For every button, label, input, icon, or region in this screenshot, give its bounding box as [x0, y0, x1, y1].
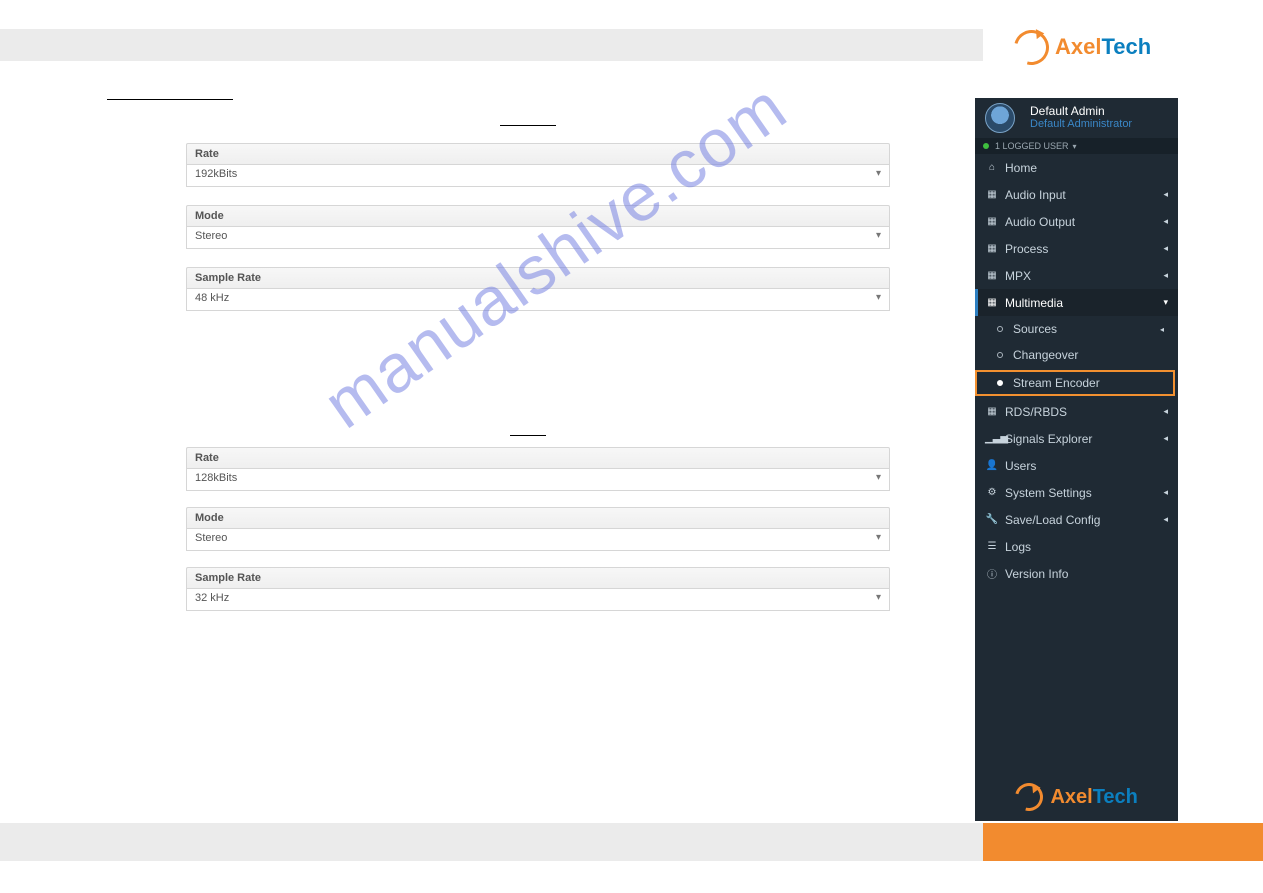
chevron-left-icon: ◂	[1163, 243, 1168, 254]
field-label: Mode	[186, 507, 890, 529]
grid-icon: ▦	[985, 406, 999, 417]
sidebar-item-label: Stream Encoder	[1013, 376, 1100, 390]
mode-select-1[interactable]: Stereo	[186, 227, 890, 249]
list-icon: ☰	[985, 541, 999, 552]
sidebar-item-audio-input[interactable]: ▦ Audio Input ◂	[975, 181, 1178, 208]
sidebar-item-label: Audio Input	[1005, 188, 1066, 202]
group1-mode-field: Mode Stereo	[186, 205, 890, 249]
group2-rate-field: Rate 128kBits	[186, 447, 890, 491]
wrench-icon: 🔧	[985, 514, 999, 525]
sidebar-item-label: Save/Load Config	[1005, 513, 1100, 527]
sidebar-item-label: Sources	[1013, 322, 1057, 336]
bullet-icon	[997, 326, 1003, 332]
mode-select-2[interactable]: Stereo	[186, 529, 890, 551]
subitem-stream-encoder[interactable]: Stream Encoder	[975, 370, 1175, 396]
group1-samplerate-field: Sample Rate 48 kHz	[186, 267, 890, 311]
sidebar-item-multimedia[interactable]: ▦ Multimedia ▾	[975, 289, 1178, 316]
sidebar-item-label: System Settings	[1005, 486, 1092, 500]
sidebar-item-label: Logs	[1005, 540, 1031, 554]
chevron-left-icon: ◂	[1163, 487, 1168, 498]
group2-samplerate-field: Sample Rate 32 kHz	[186, 567, 890, 611]
online-dot-icon	[983, 143, 989, 149]
chevron-left-icon: ◂	[1163, 433, 1168, 444]
field-label: Rate	[186, 143, 890, 165]
sidebar-item-save-load[interactable]: 🔧 Save/Load Config ◂	[975, 506, 1178, 533]
group2-mode-field: Mode Stereo	[186, 507, 890, 551]
chevron-left-icon: ◂	[1160, 325, 1164, 334]
logo-top: AxelTech	[1014, 27, 1164, 67]
sidebar-user-text: Default Admin Default Administrator	[1030, 105, 1132, 131]
logo-text: AxelTech	[1055, 34, 1151, 60]
sidebar-item-label: Home	[1005, 161, 1037, 175]
field-label: Sample Rate	[186, 567, 890, 589]
sidebar-item-label: MPX	[1005, 269, 1031, 283]
sidebar-item-label: Changeover	[1013, 348, 1078, 362]
logo-icon	[1010, 778, 1048, 816]
chevron-left-icon: ◂	[1163, 406, 1168, 417]
subitem-sources[interactable]: Sources ◂	[975, 316, 1178, 342]
sidebar-item-users[interactable]: 👤 Users	[975, 452, 1178, 479]
chevron-left-icon: ◂	[1163, 270, 1168, 281]
active-indicator	[975, 289, 978, 316]
section-title-underline	[107, 99, 233, 100]
sidebar-item-logs[interactable]: ☰ Logs	[975, 533, 1178, 560]
chevron-down-icon: ▾	[1073, 142, 1077, 151]
signal-icon: ▁▃▅	[985, 433, 999, 444]
sidebar-item-version-info[interactable]: ⓘ Version Info	[975, 560, 1178, 587]
sidebar-item-home[interactable]: ⌂ Home	[975, 154, 1178, 181]
sidebar-item-label: Signals Explorer	[1005, 432, 1092, 446]
sidebar-item-system-settings[interactable]: ⚙ System Settings ◂	[975, 479, 1178, 506]
logo-icon	[1008, 23, 1056, 71]
sidebar-item-label: Version Info	[1005, 567, 1068, 581]
sidebar-item-mpx[interactable]: ▦ MPX ◂	[975, 262, 1178, 289]
sidebar: Default Admin Default Administrator 1 LO…	[975, 98, 1178, 821]
home-icon: ⌂	[985, 162, 999, 173]
grid-icon: ▦	[985, 243, 999, 254]
logo-bottom: AxelTech	[975, 783, 1178, 811]
field-label: Sample Rate	[186, 267, 890, 289]
samplerate-select-1[interactable]: 48 kHz	[186, 289, 890, 311]
rate-select-2[interactable]: 128kBits	[186, 469, 890, 491]
sidebar-item-process[interactable]: ▦ Process ◂	[975, 235, 1178, 262]
samplerate-select-2[interactable]: 32 kHz	[186, 589, 890, 611]
avatar-icon	[985, 103, 1015, 133]
chevron-left-icon: ◂	[1163, 216, 1168, 227]
group1-rate-field: Rate 192kBits	[186, 143, 890, 187]
sidebar-item-label: RDS/RBDS	[1005, 405, 1067, 419]
sidebar-item-label: Multimedia	[1005, 296, 1063, 310]
info-icon: ⓘ	[985, 566, 999, 581]
sidebar-item-rds[interactable]: ▦ RDS/RBDS ◂	[975, 398, 1178, 425]
grid-icon: ▦	[985, 270, 999, 281]
rate-select-1[interactable]: 192kBits	[186, 165, 890, 187]
sidebar-item-signals-explorer[interactable]: ▁▃▅ Signals Explorer ◂	[975, 425, 1178, 452]
bullet-icon	[997, 352, 1003, 358]
grid-icon: ▦	[985, 297, 999, 308]
user-role: Default Administrator	[1030, 118, 1132, 131]
field-label: Mode	[186, 205, 890, 227]
sidebar-item-audio-output[interactable]: ▦ Audio Output ◂	[975, 208, 1178, 235]
subitem-changeover[interactable]: Changeover	[975, 342, 1178, 368]
user-name: Default Admin	[1030, 105, 1132, 118]
group2-title-underline	[510, 435, 546, 436]
chevron-left-icon: ◂	[1163, 514, 1168, 525]
chevron-left-icon: ◂	[1163, 189, 1168, 200]
bullet-filled-icon	[997, 380, 1003, 386]
user-icon: 👤	[985, 460, 999, 471]
field-label: Rate	[186, 447, 890, 469]
grid-icon: ▦	[985, 189, 999, 200]
sidebar-user: Default Admin Default Administrator	[975, 98, 1178, 138]
logged-user-bar[interactable]: 1 LOGGED USER ▾	[975, 138, 1178, 154]
sidebar-item-label: Users	[1005, 459, 1036, 473]
logo-text: AxelTech	[1050, 786, 1137, 809]
cogs-icon: ⚙	[985, 487, 999, 498]
header-bar	[0, 29, 983, 61]
chevron-down-icon: ▾	[1163, 297, 1168, 308]
group1-title-underline	[500, 125, 556, 126]
footer-accent	[983, 823, 1263, 861]
logged-user-label: 1 LOGGED USER	[995, 141, 1069, 151]
sidebar-item-label: Process	[1005, 242, 1048, 256]
grid-icon: ▦	[985, 216, 999, 227]
sidebar-item-label: Audio Output	[1005, 215, 1075, 229]
